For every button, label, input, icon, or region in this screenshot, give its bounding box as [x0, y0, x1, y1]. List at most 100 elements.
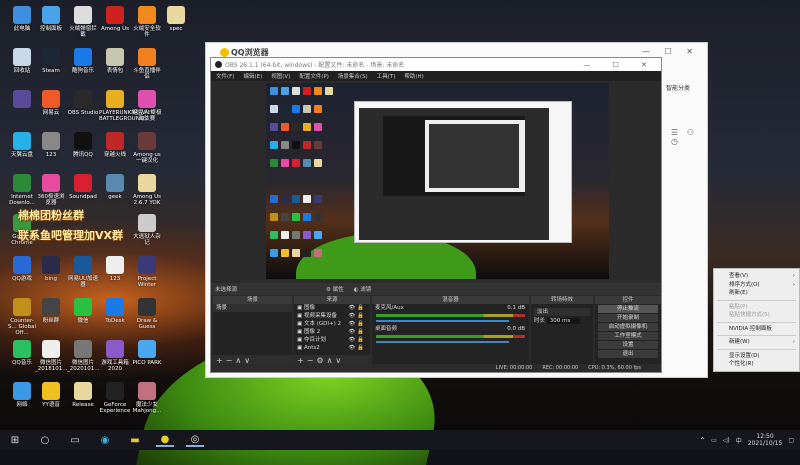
- control-button[interactable]: 工作室模式: [598, 332, 658, 340]
- ime-indicator[interactable]: 中: [736, 436, 742, 445]
- desktop-icon[interactable]: Counter-S... Global Off...: [6, 298, 38, 336]
- menu-item[interactable]: 工具(T): [377, 72, 396, 80]
- context-menu-item[interactable]: NVIDIA 控制面板: [714, 325, 799, 334]
- control-button[interactable]: 停止推流: [598, 305, 658, 313]
- obs-window-controls[interactable]: — ☐ ✕: [583, 61, 661, 69]
- obs-taskbar-icon[interactable]: ◎: [186, 433, 204, 447]
- desktop-icon[interactable]: Soundpad: [67, 174, 99, 200]
- desktop-icon[interactable]: 此电脑: [6, 6, 38, 32]
- source-item[interactable]: ▣ 图像 👁 🔒: [294, 304, 370, 312]
- desktop-icon[interactable]: 天翼云盘: [6, 132, 38, 158]
- task-view-icon[interactable]: ▭: [66, 433, 84, 447]
- context-menu-item[interactable]: 查看(V) ›: [714, 272, 799, 281]
- menu-item[interactable]: 编辑(E): [243, 72, 262, 80]
- desktop-icon[interactable]: geek: [99, 174, 131, 200]
- desktop-icon[interactable]: 网易云: [35, 90, 67, 116]
- desktop-icon[interactable]: [6, 90, 38, 110]
- desktop-icon[interactable]: 火绒弹窗拦截: [67, 6, 99, 38]
- desktop-icon[interactable]: Among Us: [99, 6, 131, 32]
- desktop-icon[interactable]: 微信图片_2018101...: [35, 340, 68, 372]
- obs-preview[interactable]: [266, 83, 609, 279]
- browser-toolbar-icons[interactable]: ☰ ⚇ ◷: [671, 128, 707, 146]
- context-menu-item[interactable]: 排序方式(O) ›: [714, 281, 799, 290]
- menu-item[interactable]: 场景集合(S): [338, 72, 368, 80]
- desktop-icon[interactable]: QQ游戏: [6, 256, 38, 282]
- qq-browser-taskbar-icon[interactable]: ●: [156, 433, 174, 447]
- control-button[interactable]: 退出: [598, 350, 658, 358]
- desktop-icon[interactable]: 网络: [6, 382, 38, 408]
- desktop-icon[interactable]: bing: [35, 256, 67, 282]
- desktop-icon[interactable]: 粉丝群: [35, 298, 67, 324]
- context-menu-item[interactable]: 个性化(R): [714, 360, 799, 369]
- desktop-icon[interactable]: Steam: [35, 48, 67, 74]
- desktop-icon[interactable]: Among us 一键汉化: [131, 132, 163, 164]
- desktop-icon[interactable]: Project Winter: [131, 256, 163, 288]
- transition-select[interactable]: 淡出: [534, 308, 590, 316]
- desktop-icon[interactable]: GeForce Experience: [99, 382, 131, 414]
- desktop-icon[interactable]: 微信: [67, 298, 99, 324]
- desktop-icon[interactable]: 123: [99, 256, 131, 282]
- desktop-icon[interactable]: 微信图片_2020101...: [67, 340, 100, 372]
- control-button[interactable]: 开始录制: [598, 314, 658, 322]
- desktop-icon[interactable]: 火绒安全软件: [131, 6, 163, 38]
- app-icon: [106, 90, 124, 108]
- search-icon[interactable]: ○: [36, 433, 54, 447]
- source-item[interactable]: ▣ Ants2 👁 🔒: [294, 344, 370, 352]
- network-icon[interactable]: ▭: [711, 437, 717, 444]
- source-item[interactable]: ▣ 夺目计划 👁 🔒: [294, 336, 370, 344]
- clock[interactable]: 12:50 2021/10/15: [748, 433, 783, 447]
- desktop-icon[interactable]: 穿越火线: [99, 132, 131, 158]
- control-button[interactable]: 设置: [598, 341, 658, 349]
- menu-item[interactable]: 帮助(H): [404, 72, 423, 80]
- menu-item[interactable]: 文件(F): [216, 72, 234, 80]
- volume-icon[interactable]: ◁): [723, 437, 730, 444]
- desktop-icon[interactable]: Release: [67, 382, 99, 408]
- desktop-icon[interactable]: Draw & Guess: [131, 298, 163, 330]
- context-menu-item[interactable]: 粘贴(P): [714, 303, 799, 312]
- desktop-icon[interactable]: PLAYERUNKNOWN'S BATTLEGROUNDS: [99, 90, 154, 122]
- desktop-icon[interactable]: 123: [35, 132, 67, 158]
- filters-button[interactable]: ◐ 滤镜: [354, 285, 372, 293]
- scene-item[interactable]: 场景: [213, 304, 292, 312]
- desktop-icon[interactable]: 控制面板: [35, 6, 67, 32]
- desktop-icon[interactable]: YY语音: [35, 382, 67, 408]
- context-menu-item[interactable]: 刷新(E): [714, 289, 799, 298]
- desktop-icon[interactable]: QQ音乐: [6, 340, 38, 366]
- volume-slider[interactable]: [376, 320, 509, 322]
- duration-input[interactable]: 300 ms: [546, 318, 581, 324]
- menu-item[interactable]: 配置文件(P): [299, 72, 329, 80]
- start-button[interactable]: ⊞: [6, 433, 24, 447]
- desktop-icon[interactable]: Internet Downlo...: [6, 174, 38, 206]
- source-item[interactable]: ▣ 图像 2 👁 🔒: [294, 328, 370, 336]
- context-menu-item[interactable]: 显示设置(D): [714, 352, 799, 361]
- browser-window-controls[interactable]: — ☐ ✕: [642, 47, 699, 56]
- control-button[interactable]: 启动虚拟摄像机: [598, 323, 658, 331]
- source-item[interactable]: ▣ 视频采集设备 👁 🔒: [294, 312, 370, 320]
- volume-slider[interactable]: [376, 341, 509, 343]
- desktop-icon[interactable]: 腾讯QQ: [67, 132, 99, 158]
- notification-icon[interactable]: ▢: [788, 437, 794, 444]
- edge-icon[interactable]: ◉: [96, 433, 114, 447]
- context-menu-item[interactable]: 新建(W) ›: [714, 338, 799, 347]
- desktop-icon[interactable]: 360极速浏览器: [35, 174, 67, 206]
- desktop-icon[interactable]: spec: [160, 6, 192, 32]
- desktop-icon[interactable]: Among Us 2.6.7 YOK: [131, 174, 163, 206]
- desktop-icon[interactable]: 表情包: [99, 48, 131, 74]
- desktop-icon[interactable]: 回收站: [6, 48, 38, 74]
- menu-item[interactable]: 视图(V): [271, 72, 290, 80]
- desktop-icon[interactable]: 斗鱼直播伴侣: [131, 48, 163, 80]
- smart-sort-button[interactable]: 智能分类: [666, 83, 690, 92]
- desktop-icon[interactable]: 酷狗音乐: [67, 48, 99, 74]
- desktop-icon[interactable]: 网易UU加速器: [67, 256, 99, 288]
- desktop-icon[interactable]: OBS Studio: [67, 90, 99, 116]
- desktop-icon[interactable]: 魔法少女Mahjong...: [131, 382, 163, 414]
- properties-button[interactable]: ⚙ 属性: [326, 285, 344, 293]
- desktop-icon[interactable]: ToDesk: [99, 298, 131, 324]
- show-hidden-icons[interactable]: ^: [700, 437, 705, 444]
- desktop-icon[interactable]: 游戏工具箱 2020: [99, 340, 131, 372]
- file-explorer-icon[interactable]: ▬: [126, 433, 144, 447]
- desktop-icon[interactable]: 糖豆人:终极淘汰赛: [131, 90, 163, 122]
- source-item[interactable]: ▣ 文本 (GDI+) 2 👁 🔒: [294, 320, 370, 328]
- desktop-icon[interactable]: PICO PARK: [131, 340, 163, 366]
- context-menu-item[interactable]: 粘贴快捷方式(S): [714, 311, 799, 320]
